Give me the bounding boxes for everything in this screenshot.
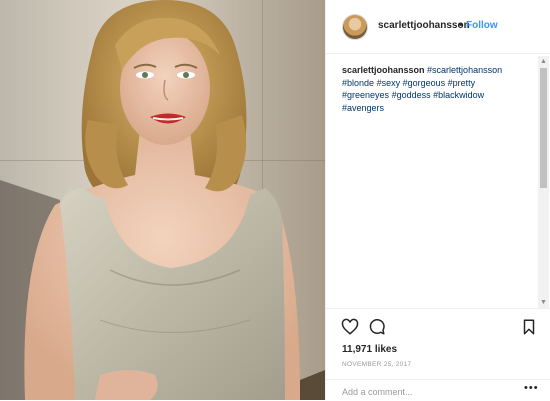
caption-username[interactable]: scarlettjoohansson — [342, 65, 425, 75]
username-link[interactable]: scarlettjoohansson — [378, 20, 470, 31]
post-photo[interactable] — [0, 0, 325, 400]
post-header: scarlettjoohansson • Follow — [326, 0, 550, 54]
follow-button[interactable]: Follow — [466, 20, 498, 31]
hashtag[interactable]: #blonde — [342, 78, 374, 88]
hashtag[interactable]: #avengers — [342, 103, 384, 113]
post-details-panel: scarlettjoohansson • Follow scarlettjooh… — [325, 0, 550, 401]
speech-bubble-icon[interactable] — [368, 318, 386, 336]
separator-dot: • — [459, 20, 463, 31]
comment-bar: ••• — [326, 379, 550, 401]
post-date: NOVEMBER 25, 2017 — [342, 361, 412, 368]
likes-count[interactable]: 11,971 likes — [342, 344, 397, 355]
photo-illustration — [0, 0, 325, 400]
scrollbar-thumb[interactable] — [540, 68, 547, 188]
comment-input[interactable] — [340, 383, 514, 401]
hashtag[interactable]: #gorgeous — [403, 78, 446, 88]
hashtag[interactable]: #pretty — [448, 78, 476, 88]
heart-icon[interactable] — [341, 318, 359, 336]
avatar[interactable] — [342, 14, 368, 40]
post-actions: 11,971 likes NOVEMBER 25, 2017 ••• — [326, 308, 550, 401]
hashtag[interactable]: #scarlettjohansson — [427, 65, 502, 75]
hashtag[interactable]: #sexy — [377, 78, 401, 88]
comments-scrollbar[interactable]: ▲ ▼ — [538, 56, 549, 308]
hashtag[interactable]: #blackwidow — [433, 90, 484, 100]
scroll-up-arrow-icon[interactable]: ▲ — [538, 56, 549, 67]
hashtag[interactable]: #greeneyes — [342, 90, 389, 100]
bookmark-icon[interactable] — [520, 318, 538, 336]
hashtag[interactable]: #goddess — [392, 90, 431, 100]
scroll-down-arrow-icon[interactable]: ▼ — [538, 297, 549, 308]
more-options-icon[interactable]: ••• — [524, 382, 539, 394]
post-caption: scarlettjoohansson #scarlettjohansson #b… — [342, 64, 522, 114]
